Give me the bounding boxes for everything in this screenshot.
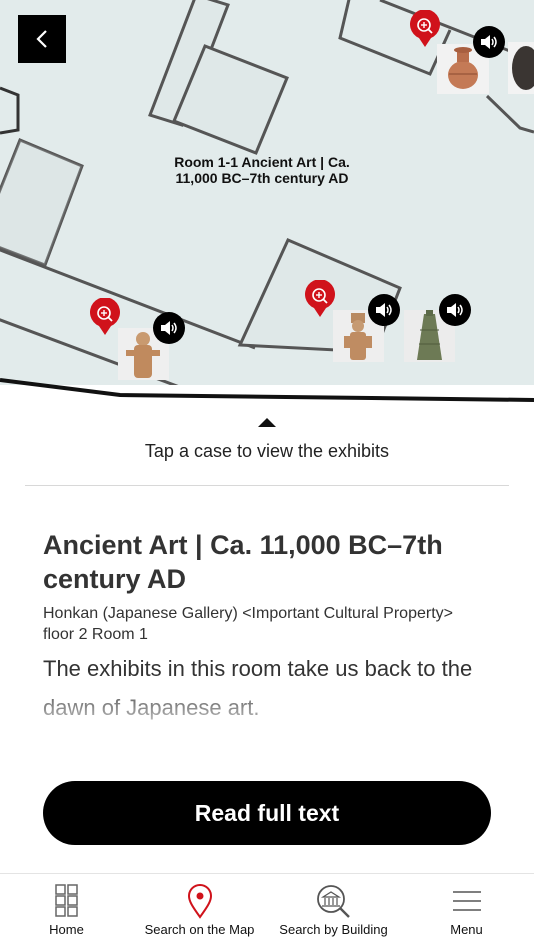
back-button[interactable]: [18, 15, 66, 63]
divider: [25, 485, 509, 486]
zoom-in-pin-icon: [305, 279, 335, 317]
hint-text: Tap a case to view the exhibits: [144, 441, 390, 461]
tab-home[interactable]: Home: [0, 874, 133, 951]
zoom-pin-left[interactable]: [89, 297, 121, 336]
hamburger-icon: [452, 891, 481, 911]
speaker-icon: [161, 321, 177, 335]
tab-search-by-building-label: Search by Building: [279, 922, 388, 937]
tab-search-on-map-label: Search on the Map: [144, 922, 255, 937]
tab-menu[interactable]: Menu: [400, 874, 533, 951]
grid-icon: [54, 884, 78, 917]
tab-search-by-building[interactable]: Search by Building: [267, 874, 400, 951]
speaker-icon: [376, 303, 392, 317]
audio-button-top-right[interactable]: [473, 26, 505, 58]
speaker-icon: [481, 35, 497, 49]
room-label: Room 1-1 Ancient Art | Ca. 11,000 BC–7th…: [174, 154, 350, 186]
speaker-icon: [447, 303, 463, 317]
tab-menu-label: Menu: [450, 922, 483, 937]
stone-image: [512, 46, 534, 90]
map-pin-icon: [187, 884, 212, 919]
room-description: The exhibits in this room take us back t…: [43, 656, 473, 720]
floor-map[interactable]: Room 1-1 Ancient Art | Ca. 11,000 BC–7th…: [0, 0, 534, 402]
tab-home-label: Home: [49, 922, 84, 937]
room-location: Honkan (Japanese Gallery) <Important Cul…: [43, 605, 453, 643]
room-title: Ancient Art | Ca. 11,000 BC–7th century …: [43, 530, 443, 594]
read-full-text-button[interactable]: Read full text: [43, 781, 491, 845]
stone-thumbnail[interactable]: [508, 42, 534, 94]
zoom-in-pin-icon: [410, 9, 440, 47]
tab-search-on-map[interactable]: Search on the Map: [133, 874, 266, 951]
zoom-pin-center[interactable]: [304, 279, 336, 318]
building-search-icon: [316, 885, 350, 918]
expand-handle-icon[interactable]: [258, 418, 276, 427]
audio-button-left[interactable]: [153, 312, 185, 344]
chevron-left-icon: [36, 30, 47, 48]
audio-button-center[interactable]: [368, 294, 400, 326]
bottom-tab-bar: Home Search on the Map Search by Buildin…: [0, 873, 534, 951]
zoom-pin-top-right[interactable]: [409, 9, 441, 48]
zoom-in-pin-icon: [90, 297, 120, 335]
audio-button-right[interactable]: [439, 294, 471, 326]
